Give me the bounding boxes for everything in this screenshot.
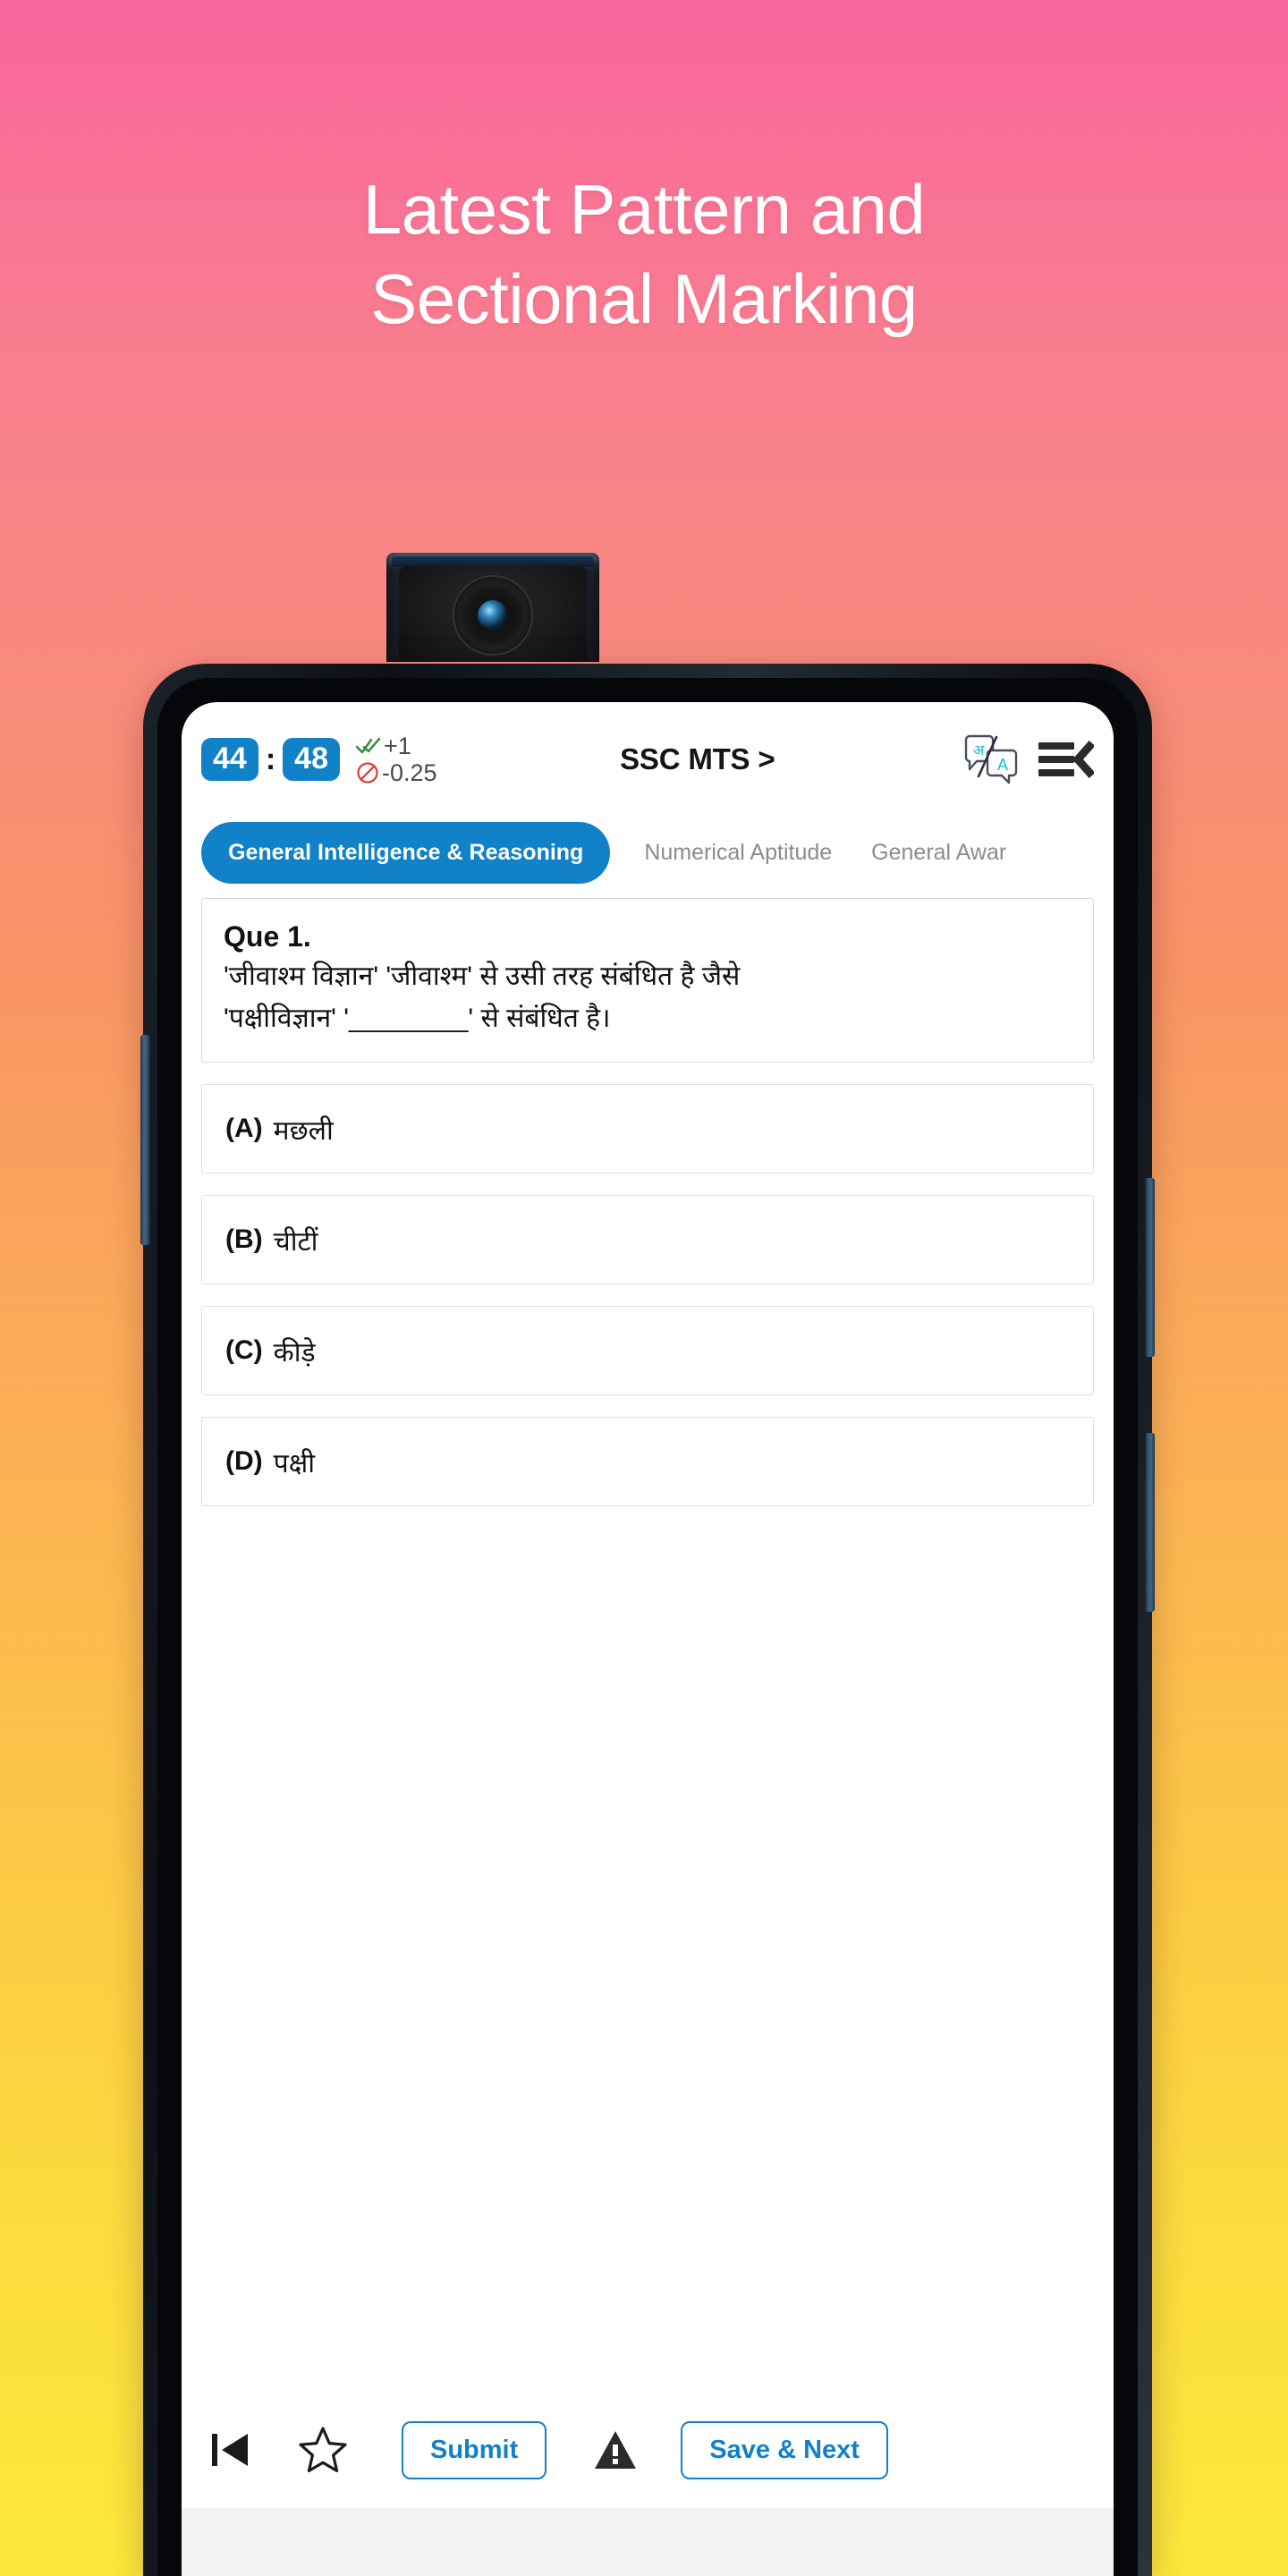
option-d-text: पक्षी [273, 1448, 315, 1479]
svg-text:A: A [997, 756, 1008, 774]
question-text-line-2: 'पक्षीविज्ञान' '________' से संबंधित है। [224, 1004, 611, 1033]
bookmark-star-icon [299, 2427, 347, 2472]
exam-title[interactable]: SSC MTS > [432, 742, 963, 776]
option-b[interactable]: (B) चीटीं [201, 1195, 1094, 1284]
negative-mark-row: -0.25 [356, 760, 437, 785]
tab-general-awareness[interactable]: General Awar [866, 836, 1012, 869]
report-question-button[interactable] [593, 2428, 638, 2471]
timer-separator: : [265, 742, 276, 776]
phone-right-button-volume[interactable] [1145, 1178, 1155, 1357]
translate-icon-left-glyph: अ [973, 741, 985, 758]
timer-seconds: 48 [283, 738, 340, 781]
camera-housing [399, 565, 587, 662]
header-actions: अ A [963, 734, 1094, 784]
exam-timer: 44 : 48 [201, 738, 340, 781]
system-navigation-bar [182, 2508, 1114, 2576]
option-c-letter: (C) [225, 1335, 263, 1365]
marking-scheme: +1 -0.25 [355, 732, 437, 785]
headline-line-2: Sectional Marking [370, 258, 918, 338]
option-a-text: मछली [273, 1115, 334, 1146]
option-c[interactable]: (C) कीड़े [201, 1306, 1094, 1395]
question-text-line-1: 'जीवाश्म विज्ञान' 'जीवाश्म' से उसी तरह स… [224, 962, 741, 991]
promo-screenshot: Latest Pattern and Sectional Marking 44 … [0, 0, 1288, 2576]
question-card: Que 1. 'जीवाश्म विज्ञान' 'जीवाश्म' से उस… [201, 898, 1094, 1063]
menu-collapse-icon[interactable] [1038, 740, 1094, 779]
positive-mark-row: +1 [355, 732, 437, 759]
option-b-letter: (B) [225, 1224, 263, 1254]
option-d[interactable]: (D) पक्षी [201, 1417, 1094, 1506]
promo-headline: Latest Pattern and Sectional Marking [0, 165, 1288, 344]
phone-right-button-power[interactable] [1145, 1433, 1155, 1612]
bookmark-button[interactable] [298, 2425, 348, 2475]
submit-button[interactable]: Submit [402, 2420, 547, 2479]
save-and-next-button[interactable]: Save & Next [681, 2420, 888, 2479]
option-b-text: चीटीं [273, 1226, 318, 1257]
previous-question-button[interactable] [210, 2428, 251, 2471]
phone-screen: 44 : 48 +1 -0.25 SSC MTS > अ A General I… [182, 702, 1114, 2576]
app-header: 44 : 48 +1 -0.25 SSC MTS > अ A [182, 702, 1114, 817]
option-c-text: कीड़े [273, 1337, 316, 1368]
popup-camera-module [386, 553, 599, 662]
option-a-letter: (A) [225, 1114, 263, 1143]
timer-minutes: 44 [201, 738, 258, 781]
question-area: Que 1. 'जीवाश्म विज्ञान' 'जीवाश्म' से उस… [182, 898, 1114, 1506]
headline-line-1: Latest Pattern and [362, 170, 926, 249]
positive-mark-value: +1 [383, 732, 411, 759]
report-warning-icon [595, 2431, 637, 2469]
phone-left-button[interactable] [140, 1035, 150, 1245]
tab-numerical-aptitude[interactable]: Numerical Aptitude [639, 836, 837, 869]
phone-bezel: 44 : 48 +1 -0.25 SSC MTS > अ A General I… [157, 678, 1138, 2576]
option-a[interactable]: (A) मछली [201, 1084, 1094, 1174]
section-tabs: General Intelligence & Reasoning Numeric… [182, 817, 1114, 898]
question-number: Que 1. [224, 920, 311, 953]
prohibited-icon [357, 762, 378, 784]
previous-question-icon [212, 2434, 248, 2466]
phone-frame: 44 : 48 +1 -0.25 SSC MTS > अ A General I… [140, 664, 1155, 2576]
double-check-icon [355, 737, 381, 754]
option-d-letter: (D) [225, 1446, 263, 1476]
question-action-bar: Submit Save & Next [182, 2392, 1114, 2508]
camera-lens-icon [454, 577, 531, 655]
tab-general-intelligence-reasoning[interactable]: General Intelligence & Reasoning [201, 822, 611, 884]
negative-mark-value: -0.25 [381, 759, 437, 786]
translate-language-icon[interactable]: अ A [963, 734, 1019, 784]
